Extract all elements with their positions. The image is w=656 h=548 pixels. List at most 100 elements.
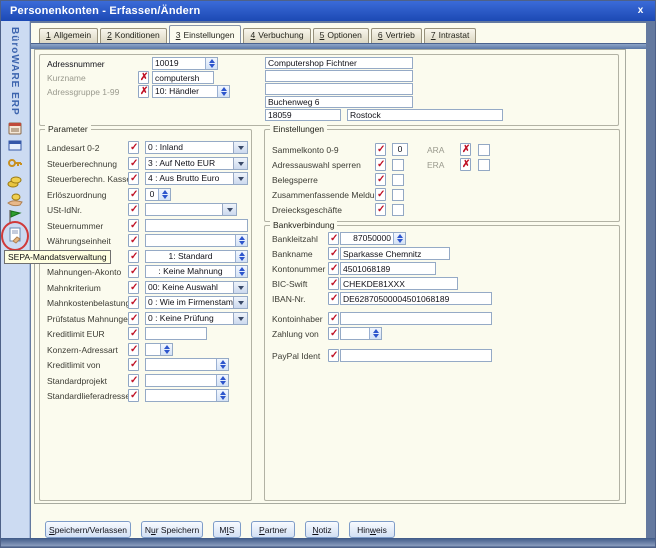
steuerberechn-kasse-select[interactable]: 4 : Aus Brutto Euro (145, 172, 248, 185)
spin-down-button[interactable] (239, 272, 245, 276)
spin-down-button[interactable] (397, 239, 403, 243)
spin-up-button[interactable] (220, 376, 226, 380)
spin-down-button[interactable] (162, 195, 168, 199)
field-check-icon[interactable] (128, 327, 139, 340)
hand-coins-icon[interactable] (6, 191, 24, 208)
spin-up-button[interactable] (239, 252, 245, 256)
hinweis-button[interactable]: Hinweis (349, 521, 395, 538)
spin-up-button[interactable] (220, 391, 226, 395)
spin-down-button[interactable] (220, 381, 226, 385)
tab-optionen[interactable]: 5Optionen (313, 28, 369, 43)
zip-input[interactable] (265, 109, 341, 121)
street-input[interactable] (265, 96, 413, 108)
dropdown-button[interactable] (233, 173, 247, 184)
kurzname-clear-icon[interactable] (138, 71, 149, 84)
waehrungseinheit-spinner[interactable] (145, 234, 248, 247)
field-check-icon[interactable] (375, 143, 386, 156)
adressnummer-spinner[interactable]: 10019 (152, 57, 218, 70)
standardprojekt-spinner[interactable] (145, 374, 229, 387)
field-check-icon[interactable] (328, 327, 339, 340)
address-name-input-1[interactable] (265, 57, 413, 69)
dreiecksgeschaefte-checkbox[interactable] (392, 204, 404, 216)
field-check-icon[interactable] (128, 141, 139, 154)
spin-down-button[interactable] (239, 257, 245, 261)
field-check-icon[interactable] (128, 343, 139, 356)
spinner-buttons[interactable] (205, 58, 217, 69)
spinner-buttons[interactable] (216, 390, 228, 401)
bankleitzahl-spinner[interactable]: 87050000 (340, 232, 406, 245)
tab-konditionen[interactable]: 2Konditionen (100, 28, 167, 43)
field-check-icon[interactable] (328, 277, 339, 290)
nur-speichern-button[interactable]: Nur Speichern (141, 521, 203, 538)
field-check-icon[interactable] (128, 296, 139, 309)
field-check-icon[interactable] (328, 262, 339, 275)
address-name-input-2[interactable] (265, 70, 413, 82)
speichern-verlassen-button[interactable]: Speichern/Verlassen (45, 521, 131, 538)
ara-checkbox[interactable] (478, 144, 490, 156)
adressgruppe-clear-icon[interactable] (138, 85, 149, 98)
spinner-buttons[interactable] (235, 266, 247, 277)
era-checkbox[interactable] (478, 159, 490, 171)
ust-idnr-select[interactable] (145, 203, 237, 216)
ara-clear-icon[interactable] (460, 143, 471, 156)
spin-up-button[interactable] (220, 360, 226, 364)
field-check-icon[interactable] (128, 358, 139, 371)
kreditlimit-eur-input[interactable] (145, 327, 207, 340)
address-name-input-3[interactable] (265, 83, 413, 95)
iban-input[interactable] (340, 292, 492, 305)
kreditlimit-von-spinner[interactable] (145, 358, 229, 371)
mahngruppe-spinner[interactable]: 1: Standard (145, 250, 248, 263)
landesart-select[interactable]: 0 : Inland (145, 141, 248, 154)
tab-vertrieb[interactable]: 6Vertrieb (371, 28, 422, 43)
adressgruppe-select[interactable]: 10: Händler (152, 85, 230, 98)
spin-down-button[interactable] (239, 241, 245, 245)
notiz-button[interactable]: Notiz (305, 521, 339, 538)
dropdown-button[interactable] (233, 142, 247, 153)
dropdown-button[interactable] (233, 297, 247, 308)
window-icon[interactable] (6, 137, 24, 154)
spin-down-button[interactable] (164, 350, 170, 354)
field-check-icon[interactable] (375, 173, 386, 186)
tab-verbuchung[interactable]: 4Verbuchung (243, 28, 310, 43)
bic-swift-input[interactable] (340, 277, 458, 290)
steuernummer-input[interactable] (145, 219, 248, 232)
belegsperre-checkbox[interactable] (392, 174, 404, 186)
kontonummer-input[interactable] (340, 262, 436, 275)
steuerberechnung-select[interactable]: 3 : Auf Netto EUR (145, 157, 248, 170)
field-check-icon[interactable] (128, 312, 139, 325)
field-check-icon[interactable] (328, 292, 339, 305)
address-book-icon[interactable] (6, 120, 24, 137)
spin-down-button[interactable] (209, 64, 215, 68)
kurzname-input[interactable] (152, 71, 214, 84)
field-check-icon[interactable] (128, 172, 139, 185)
zusammenfassende-meldung-checkbox[interactable] (392, 189, 404, 201)
spin-up-button[interactable] (239, 236, 245, 240)
spin-down-button[interactable] (220, 396, 226, 400)
field-check-icon[interactable] (128, 281, 139, 294)
field-check-icon[interactable] (128, 374, 139, 387)
field-check-icon[interactable] (128, 188, 139, 201)
spin-up-button[interactable] (239, 267, 245, 271)
spin-down-button[interactable] (221, 92, 227, 96)
spinner-buttons[interactable] (235, 251, 247, 262)
spin-up-button[interactable] (164, 345, 170, 349)
bankname-input[interactable] (340, 247, 450, 260)
kontoinhaber-input[interactable] (340, 312, 492, 325)
mahnkostenbelastung-select[interactable]: 0 : Wie im Firmenstamm eing (145, 296, 248, 309)
zahlung-von-spinner[interactable] (340, 327, 382, 340)
tab-einstellungen[interactable]: 3Einstellungen (169, 25, 242, 43)
field-check-icon[interactable] (375, 188, 386, 201)
field-check-icon[interactable] (328, 349, 339, 362)
field-check-icon[interactable] (128, 234, 139, 247)
spinner-buttons[interactable] (369, 328, 381, 339)
paypal-ident-input[interactable] (340, 349, 492, 362)
spin-up-button[interactable] (373, 329, 379, 333)
spinner-buttons[interactable] (393, 233, 405, 244)
sammelkonto-value[interactable]: 0 (392, 143, 408, 156)
erloeszuordnung-spinner[interactable]: 0 (145, 188, 171, 201)
field-check-icon[interactable] (375, 203, 386, 216)
dropdown-button[interactable] (233, 282, 247, 293)
spin-up-button[interactable] (162, 190, 168, 194)
spinner-buttons[interactable] (160, 344, 172, 355)
key-icon[interactable] (6, 155, 24, 172)
